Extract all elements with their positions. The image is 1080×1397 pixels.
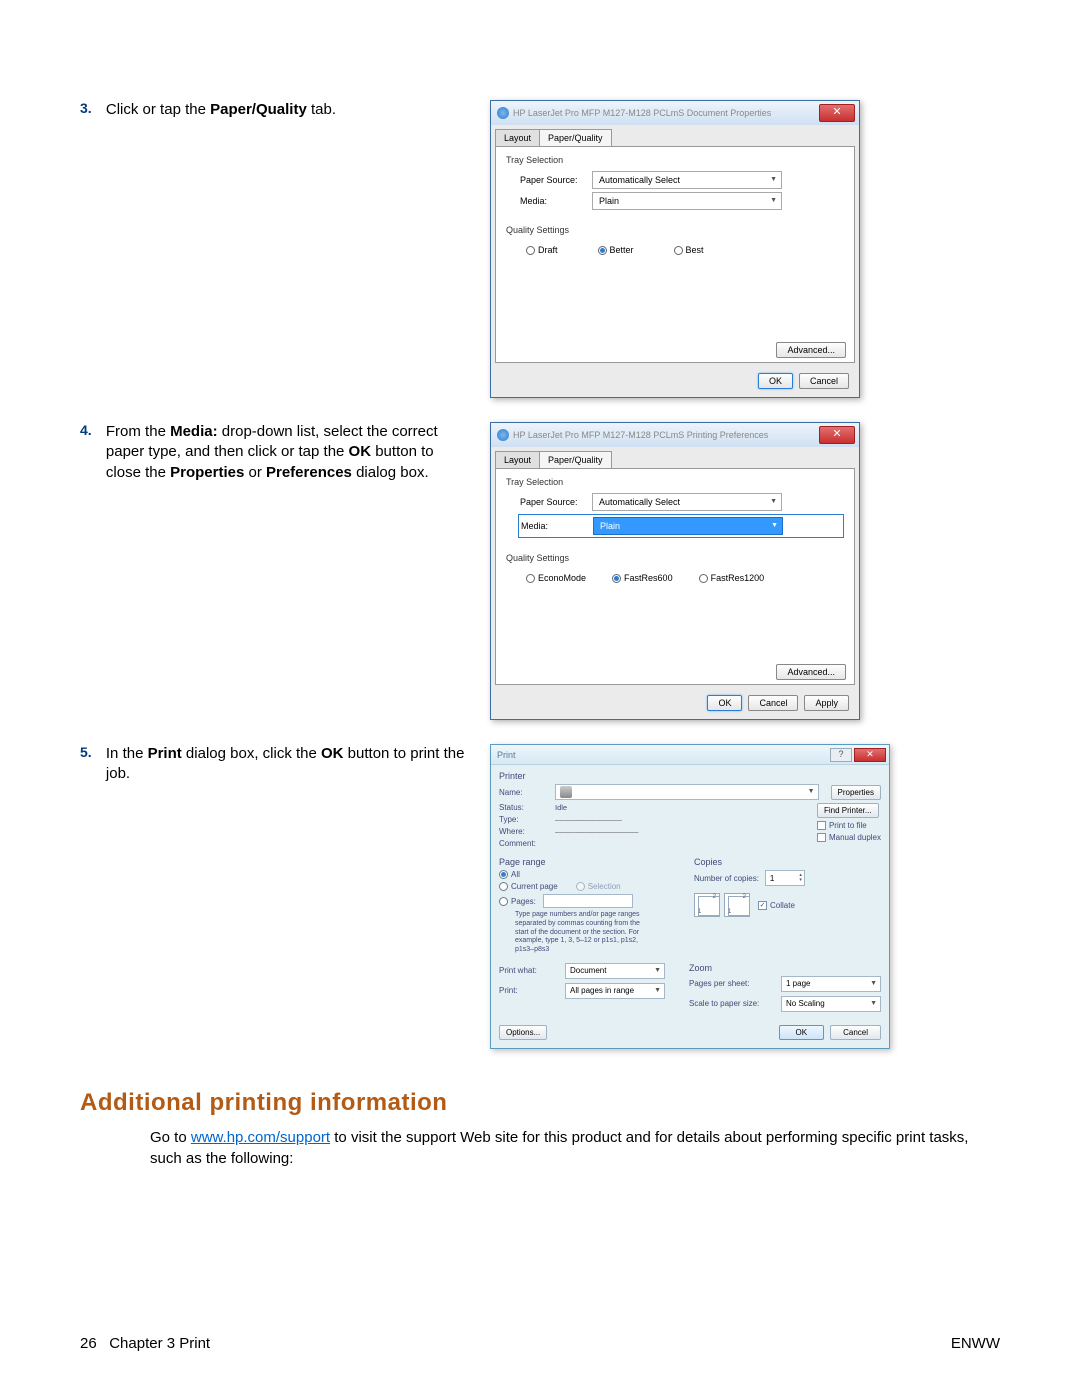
type-label: Type: — [499, 815, 549, 824]
quality-fr600-radio[interactable]: FastRes600 — [612, 573, 673, 583]
ok-button[interactable]: OK — [779, 1025, 825, 1040]
pages-per-sheet-dropdown[interactable]: 1 page — [781, 976, 881, 992]
close-icon[interactable]: ✕ — [854, 748, 886, 762]
step5-text: In the Print dialog box, click the OK bu… — [106, 744, 466, 785]
step4-number: 4. — [80, 422, 102, 438]
find-printer-button[interactable]: Find Printer... — [817, 803, 879, 818]
zoom-label: Zoom — [689, 963, 881, 973]
paper-source-dropdown[interactable]: Automatically Select — [592, 171, 782, 189]
step5-number: 5. — [80, 744, 102, 760]
media-dropdown[interactable]: Plain — [592, 192, 782, 210]
section-heading: Additional printing information — [80, 1089, 1000, 1117]
status-label: Status: — [499, 803, 549, 812]
quality-best-radio[interactable]: Best — [674, 245, 704, 255]
current-page-radio[interactable]: Current page — [499, 882, 558, 891]
quality-better-radio[interactable]: Better — [598, 245, 634, 255]
step3-text: Click or tap the Paper/Quality tab. — [106, 100, 466, 120]
comment-label: Comment: — [499, 839, 549, 848]
printer-section-label: Printer — [499, 771, 881, 781]
tab-paper-quality[interactable]: Paper/Quality — [539, 451, 612, 468]
footer-left: 26 Chapter 3 Print — [80, 1335, 210, 1352]
printer-icon — [560, 786, 572, 798]
collate-checkbox[interactable]: ✓Collate — [758, 901, 795, 910]
print-scope-label: Print: — [499, 986, 559, 995]
preferences-dialog: HP LaserJet Pro MFP M127-M128 PCLmS Prin… — [490, 422, 860, 720]
tray-selection-label: Tray Selection — [506, 155, 844, 165]
footer-right: ENWW — [951, 1335, 1000, 1352]
print-what-label: Print what: — [499, 966, 559, 975]
support-link[interactable]: www.hp.com/support — [191, 1129, 330, 1146]
tab-layout[interactable]: Layout — [495, 129, 540, 146]
quality-settings-label: Quality Settings — [506, 553, 844, 563]
manual-duplex-checkbox[interactable]: Manual duplex — [817, 833, 881, 842]
status-value: Idle — [555, 803, 567, 812]
close-icon[interactable]: ✕ — [819, 426, 855, 444]
hp-icon — [497, 429, 509, 441]
cancel-button[interactable]: Cancel — [748, 695, 798, 711]
scale-dropdown[interactable]: No Scaling — [781, 996, 881, 1012]
paper-source-label: Paper Source: — [520, 497, 584, 507]
media-label: Media: — [521, 521, 585, 531]
copies-label: Copies — [694, 857, 881, 867]
where-label: Where: — [499, 827, 549, 836]
step3-number: 3. — [80, 100, 102, 116]
all-radio[interactable]: All — [499, 870, 686, 879]
ok-button[interactable]: OK — [758, 373, 793, 389]
quality-settings-label: Quality Settings — [506, 225, 844, 235]
quality-econo-radio[interactable]: EconoMode — [526, 573, 586, 583]
print-dialog: Print ? ✕ Printer Name: — [490, 744, 890, 1049]
print-dialog-title: Print — [497, 750, 516, 760]
quality-fr1200-radio[interactable]: FastRes1200 — [699, 573, 765, 583]
apply-button[interactable]: Apply — [804, 695, 849, 711]
tab-layout[interactable]: Layout — [495, 451, 540, 468]
page-range-label: Page range — [499, 857, 686, 867]
print-scope-dropdown[interactable]: All pages in range — [565, 983, 665, 999]
pages-input[interactable] — [543, 894, 633, 908]
help-icon[interactable]: ? — [830, 748, 852, 762]
collate-preview: 12 12 — [694, 893, 750, 917]
advanced-button[interactable]: Advanced... — [776, 664, 846, 680]
media-dropdown[interactable]: Plain — [593, 517, 783, 535]
properties-button[interactable]: Properties — [831, 785, 881, 800]
print-what-dropdown[interactable]: Document — [565, 963, 665, 979]
pages-hint: Type page numbers and/or page ranges sep… — [515, 911, 655, 955]
cancel-button[interactable]: Cancel — [799, 373, 849, 389]
name-label: Name: — [499, 788, 549, 797]
quality-draft-radio[interactable]: Draft — [526, 245, 558, 255]
support-paragraph: Go to www.hp.com/support to visit the su… — [150, 1127, 1000, 1169]
selection-radio: Selection — [576, 882, 621, 891]
dialog-title: HP LaserJet Pro MFP M127-M128 PCLmS Prin… — [497, 429, 768, 441]
properties-dialog: HP LaserJet Pro MFP M127-M128 PCLmS Docu… — [490, 100, 860, 398]
media-label: Media: — [520, 196, 584, 206]
scale-label: Scale to paper size: — [689, 999, 775, 1008]
print-to-file-checkbox[interactable]: Print to file — [817, 821, 867, 830]
ok-button[interactable]: OK — [707, 695, 742, 711]
printer-name-dropdown[interactable] — [555, 784, 819, 800]
num-copies-input[interactable]: 1 — [765, 870, 805, 886]
tab-paper-quality[interactable]: Paper/Quality — [539, 129, 612, 146]
hp-icon — [497, 107, 509, 119]
num-copies-label: Number of copies: — [694, 874, 759, 883]
close-icon[interactable]: ✕ — [819, 104, 855, 122]
options-button[interactable]: Options... — [499, 1025, 547, 1040]
paper-source-dropdown[interactable]: Automatically Select — [592, 493, 782, 511]
tray-selection-label: Tray Selection — [506, 477, 844, 487]
advanced-button[interactable]: Advanced... — [776, 342, 846, 358]
cancel-button[interactable]: Cancel — [830, 1025, 881, 1040]
dialog-title: HP LaserJet Pro MFP M127-M128 PCLmS Docu… — [497, 107, 771, 119]
step4-text: From the Media: drop-down list, select t… — [106, 422, 466, 483]
pps-label: Pages per sheet: — [689, 979, 775, 988]
paper-source-label: Paper Source: — [520, 175, 584, 185]
pages-radio[interactable]: Pages: — [499, 894, 686, 908]
